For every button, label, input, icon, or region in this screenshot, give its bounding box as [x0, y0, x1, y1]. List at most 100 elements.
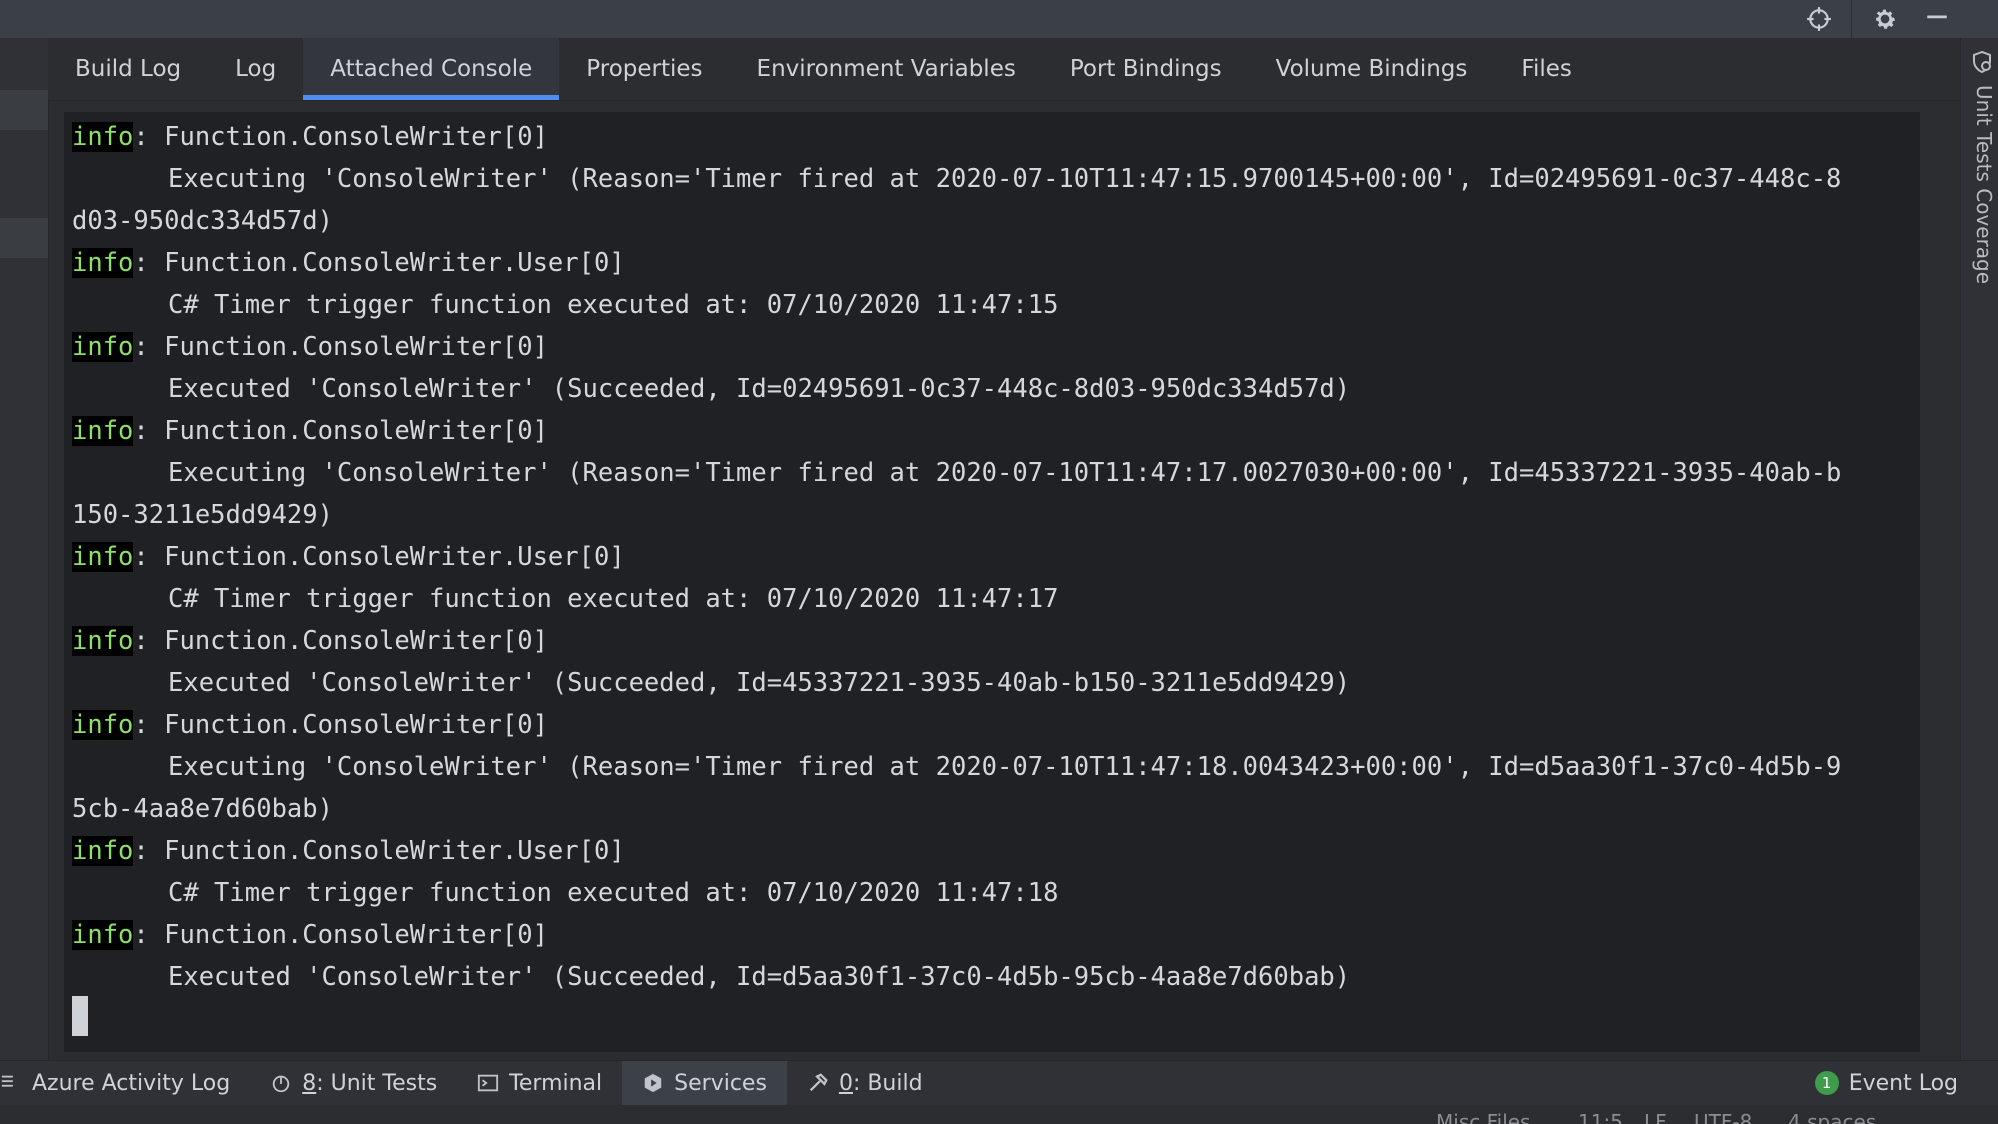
tab-strip: Build Log Log Attached Console Propertie… — [48, 38, 1960, 101]
console-line: Executing 'ConsoleWriter' (Reason='Timer… — [72, 158, 1918, 200]
console-line: info: Function.ConsoleWriter.User[0] — [72, 536, 1918, 578]
console-line: info: Function.ConsoleWriter[0] — [72, 116, 1918, 158]
console-line: 5cb-4aa8e7d60bab) — [72, 788, 1918, 830]
status-line-separator[interactable]: LF — [1644, 1110, 1667, 1124]
unit-tests-label: : Unit Tests — [316, 1070, 438, 1096]
gutter-item[interactable] — [0, 90, 48, 130]
tab-port-bindings[interactable]: Port Bindings — [1043, 38, 1249, 100]
status-encoding[interactable]: UTF-8 — [1694, 1110, 1752, 1124]
console-line: info: Function.ConsoleWriter.User[0] — [72, 830, 1918, 872]
build-number: 0 — [838, 1070, 853, 1096]
status-indent[interactable]: 4 spaces — [1788, 1110, 1876, 1124]
event-log-label: Event Log — [1848, 1070, 1958, 1096]
console-line: info: Function.ConsoleWriter[0] — [72, 704, 1918, 746]
terminal-icon — [477, 1072, 499, 1094]
console-line-text: : Function.ConsoleWriter[0] — [133, 710, 548, 740]
console-line-text: : Function.ConsoleWriter.User[0] — [133, 836, 625, 866]
unit-tests-button[interactable]: 8: Unit Tests — [250, 1061, 457, 1105]
console-line-text: : Function.ConsoleWriter.User[0] — [133, 542, 625, 572]
console-line: info: Function.ConsoleWriter[0] — [72, 620, 1918, 662]
console-line-text: : Function.ConsoleWriter[0] — [133, 332, 548, 362]
services-icon — [642, 1072, 664, 1094]
left-gutter — [0, 38, 49, 1060]
tab-volume-bindings[interactable]: Volume Bindings — [1249, 38, 1495, 100]
event-log-button[interactable]: 1 Event Log — [1814, 1061, 1958, 1105]
console-line: info: Function.ConsoleWriter[0] — [72, 410, 1918, 452]
tab-build-log[interactable]: Build Log — [48, 38, 208, 100]
console-line-text: 150-3211e5dd9429) — [72, 500, 333, 530]
tool-window-bar: Azure Activity Log 8: Unit Tests Termina… — [0, 1060, 1998, 1105]
azure-activity-log-button[interactable]: Azure Activity Log — [0, 1061, 250, 1105]
attached-console[interactable]: info: Function.ConsoleWriter[0] Executing… — [64, 112, 1920, 1052]
event-count-badge: 1 — [1814, 1071, 1839, 1095]
console-line-text: : Function.ConsoleWriter[0] — [133, 626, 548, 656]
tab-log[interactable]: Log — [208, 38, 303, 100]
status-bar: Misc Files 11:5 LF UTF-8 4 spaces — [0, 1105, 1998, 1124]
minimize-icon[interactable] — [1922, 4, 1952, 34]
coverage-icon — [1970, 50, 1994, 74]
services-button[interactable]: Services — [622, 1061, 787, 1105]
console-line: Executing 'ConsoleWriter' (Reason='Timer… — [72, 452, 1918, 494]
status-position[interactable]: 11:5 — [1578, 1110, 1623, 1124]
console-line: 150-3211e5dd9429) — [72, 494, 1918, 536]
build-button[interactable]: 0: Build — [787, 1061, 943, 1105]
console-line: C# Timer trigger function executed at: 0… — [72, 284, 1918, 326]
log-level-tag: info — [72, 836, 134, 866]
console-line: Executed 'ConsoleWriter' (Succeeded, Id=… — [72, 956, 1918, 998]
console-line: Executed 'ConsoleWriter' (Succeeded, Id=… — [72, 662, 1918, 704]
console-line-text: C# Timer trigger function executed at: 0… — [168, 290, 1059, 320]
console-output: info: Function.ConsoleWriter[0] Executing… — [72, 116, 1918, 998]
console-line-text: Executing 'ConsoleWriter' (Reason='Timer… — [168, 752, 1842, 782]
azure-icon — [0, 1072, 22, 1094]
log-level-tag: info — [72, 920, 134, 950]
log-level-tag: info — [72, 248, 134, 278]
console-line: info: Function.ConsoleWriter.User[0] — [72, 242, 1918, 284]
console-cursor — [72, 996, 88, 1036]
console-line-text: d03-950dc334d57d) — [72, 206, 333, 236]
log-level-tag: info — [72, 416, 134, 446]
hammer-icon — [807, 1072, 829, 1094]
console-line-text: Executing 'ConsoleWriter' (Reason='Timer… — [168, 458, 1842, 488]
console-line-text: Executed 'ConsoleWriter' (Succeeded, Id=… — [168, 962, 1351, 992]
console-line-text: : Function.ConsoleWriter[0] — [133, 416, 548, 446]
unit-tests-number: 8 — [302, 1070, 317, 1096]
console-line-text: Executed 'ConsoleWriter' (Succeeded, Id=… — [168, 374, 1351, 404]
tab-files[interactable]: Files — [1494, 38, 1598, 100]
top-header — [0, 0, 1998, 38]
status-files[interactable]: Misc Files — [1436, 1110, 1530, 1124]
console-line: Executing 'ConsoleWriter' (Reason='Timer… — [72, 746, 1918, 788]
tab-environment-variables[interactable]: Environment Variables — [730, 38, 1043, 100]
console-line-text: Executed 'ConsoleWriter' (Succeeded, Id=… — [168, 668, 1351, 698]
divider — [1851, 0, 1852, 38]
unit-tests-icon — [270, 1072, 292, 1094]
console-line: Executed 'ConsoleWriter' (Succeeded, Id=… — [72, 368, 1918, 410]
console-line-text: : Function.ConsoleWriter.User[0] — [133, 248, 625, 278]
log-level-tag: info — [72, 542, 134, 572]
console-line: C# Timer trigger function executed at: 0… — [72, 578, 1918, 620]
tab-attached-console[interactable]: Attached Console — [303, 38, 560, 100]
console-line: d03-950dc334d57d) — [72, 200, 1918, 242]
log-level-tag: info — [72, 122, 134, 152]
tab-properties[interactable]: Properties — [559, 38, 729, 100]
console-line: info: Function.ConsoleWriter[0] — [72, 326, 1918, 368]
log-level-tag: info — [72, 710, 134, 740]
console-line-text: 5cb-4aa8e7d60bab) — [72, 794, 333, 824]
log-level-tag: info — [72, 626, 134, 656]
console-line: C# Timer trigger function executed at: 0… — [72, 872, 1918, 914]
console-line-text: : Function.ConsoleWriter[0] — [133, 920, 548, 950]
console-line-text: C# Timer trigger function executed at: 0… — [168, 584, 1059, 614]
console-line: info: Function.ConsoleWriter[0] — [72, 914, 1918, 956]
services-label: Services — [674, 1070, 767, 1096]
build-label: : Build — [852, 1070, 923, 1096]
terminal-button[interactable]: Terminal — [457, 1061, 622, 1105]
target-icon[interactable] — [1804, 4, 1834, 34]
unit-tests-coverage-tab[interactable]: Unit Tests Coverage — [1962, 85, 1996, 305]
console-line-text: C# Timer trigger function executed at: 0… — [168, 878, 1059, 908]
console-line-text: : Function.ConsoleWriter[0] — [133, 122, 548, 152]
log-level-tag: info — [72, 332, 134, 362]
console-line-text: Executing 'ConsoleWriter' (Reason='Timer… — [168, 164, 1842, 194]
terminal-label: Terminal — [509, 1070, 603, 1096]
gear-icon[interactable] — [1870, 4, 1900, 34]
gutter-item[interactable] — [0, 218, 48, 258]
azure-activity-log-label: Azure Activity Log — [32, 1070, 231, 1096]
